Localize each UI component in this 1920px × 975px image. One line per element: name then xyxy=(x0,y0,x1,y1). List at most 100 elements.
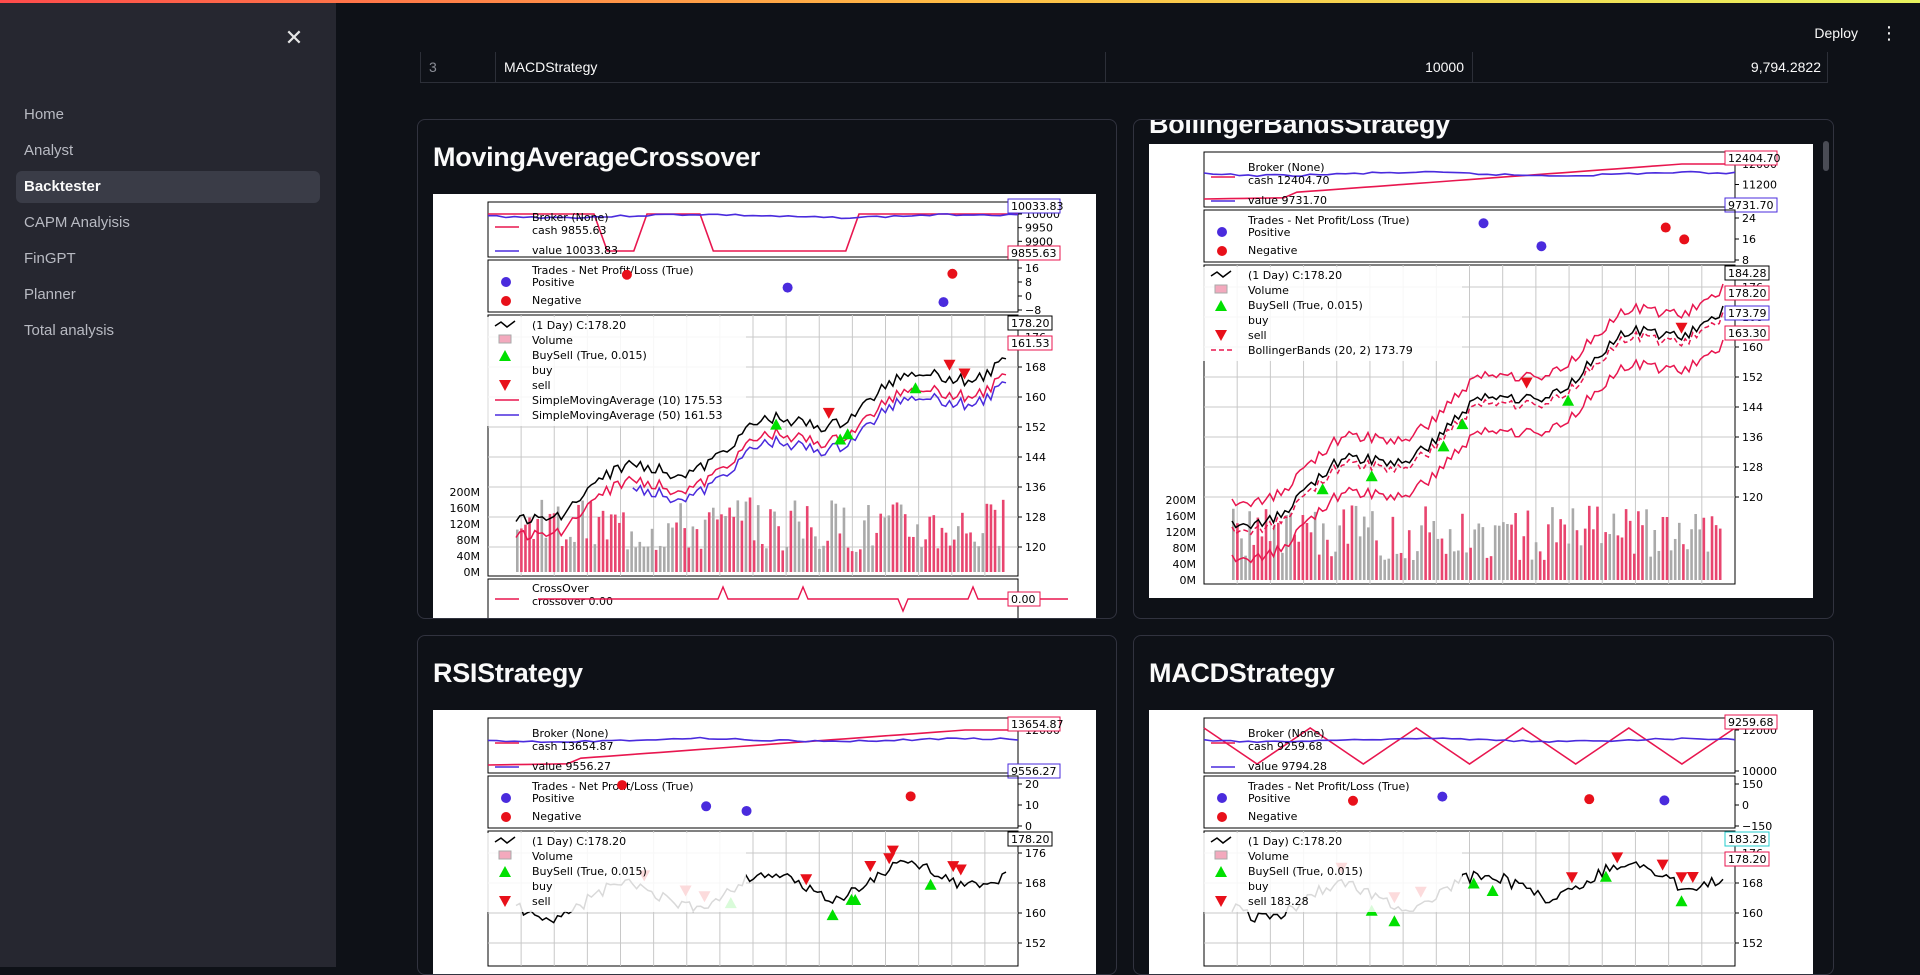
trade-marker xyxy=(701,801,712,812)
volume-bar xyxy=(1710,516,1714,580)
volume-bar xyxy=(1637,511,1640,580)
volume-bar xyxy=(1313,511,1317,580)
legend-entry-label: Volume xyxy=(1248,284,1289,297)
volume-tick-label: 120M xyxy=(450,518,481,531)
volume-bar xyxy=(944,532,948,572)
crossover-series-line xyxy=(538,585,1068,613)
volume-bar xyxy=(977,546,981,572)
sell-marker xyxy=(1565,872,1578,884)
volume-bar xyxy=(777,526,780,572)
close-sidebar-button[interactable]: ✕ xyxy=(282,26,306,50)
price-tick-label: 144 xyxy=(1025,451,1046,464)
volume-bar xyxy=(850,551,854,572)
trade-marker xyxy=(617,780,628,791)
kebab-menu-icon[interactable]: ⋮ xyxy=(1880,24,1898,42)
sidebar-item-fingpt[interactable]: FinGPT xyxy=(16,243,320,275)
volume-bar xyxy=(838,533,842,572)
value-tag-label: 9855.63 xyxy=(1011,247,1057,260)
volume-bar xyxy=(626,549,629,572)
sidebar-item-analyst[interactable]: Analyst xyxy=(16,135,320,167)
trade-marker xyxy=(938,297,949,308)
deploy-button[interactable]: Deploy xyxy=(1814,25,1858,41)
price-tag-label: 173.79 xyxy=(1728,307,1767,320)
backtest-chart: Broker (None)cash 13654.87 value 9556.27 1… xyxy=(433,710,1096,974)
volume-bar xyxy=(573,541,576,572)
volume-bar xyxy=(761,543,764,572)
volume-bar xyxy=(1416,551,1419,580)
price-tick-label: 152 xyxy=(1025,937,1046,950)
buy-marker xyxy=(1675,895,1688,907)
volume-bar xyxy=(1297,541,1301,580)
volume-bar xyxy=(1706,551,1710,580)
volume-bar xyxy=(801,538,805,572)
volume-bar xyxy=(699,548,703,572)
volume-bar xyxy=(818,548,821,572)
sidebar-item-backtester[interactable]: Backtester xyxy=(16,171,320,203)
volume-bar xyxy=(1612,513,1616,580)
volume-bar xyxy=(728,507,731,572)
volume-bar xyxy=(618,522,621,572)
volume-bar xyxy=(593,544,597,572)
trades-tick-label: 0 xyxy=(1025,820,1032,833)
volume-bar xyxy=(1702,517,1706,580)
volume-bar xyxy=(830,500,834,572)
legend-volume-swatch xyxy=(1214,284,1228,294)
volume-tick-label: 0M xyxy=(1180,574,1197,587)
legend-positive-marker xyxy=(501,793,511,803)
sell-marker xyxy=(1656,859,1669,871)
volume-bar xyxy=(1403,558,1407,580)
volume-bar xyxy=(1371,511,1374,580)
legend-entry-label: BuySell (True, 0.015) xyxy=(532,349,647,362)
volume-bar xyxy=(601,510,605,572)
volume-bar xyxy=(1432,521,1436,580)
trade-marker xyxy=(1348,795,1359,806)
volume-bar xyxy=(797,521,801,572)
volume-bar xyxy=(1514,513,1517,580)
volume-bar xyxy=(552,513,556,572)
volume-bar xyxy=(1579,545,1583,580)
volume-bar xyxy=(614,514,617,572)
legend-entry-label: sell xyxy=(532,379,551,392)
card-title: BollingerBandsStrategy xyxy=(1149,119,1450,139)
strategy-card: MACDStrategy Broker (None) cash 9259.68 va… xyxy=(1133,635,1834,975)
legend-entry-label: Volume xyxy=(532,850,573,863)
sidebar-item-planner[interactable]: Planner xyxy=(16,279,320,311)
volume-bar xyxy=(993,509,997,572)
volume-bar xyxy=(1436,538,1440,580)
volume-tick-label: 0M xyxy=(464,566,481,579)
legend-entry-label: BuySell (True, 0.015) xyxy=(1248,299,1363,312)
sell-marker xyxy=(1520,377,1533,389)
broker-value-label: value 9556.27 xyxy=(532,760,611,773)
volume-bar xyxy=(1677,522,1681,580)
sell-marker xyxy=(1611,852,1624,864)
volume-tick-label: 160M xyxy=(450,502,481,515)
strategy-card: BollingerBandsStrategy Broker (None) cash… xyxy=(1133,119,1834,619)
sidebar-nav: Home Analyst Backtester CAPM Analyisis F… xyxy=(16,99,320,351)
volume-bar xyxy=(1530,559,1534,580)
legend-entry-label: BollingerBands (20, 2) 173.79 xyxy=(1248,344,1413,357)
sidebar-item-home[interactable]: Home xyxy=(16,99,320,131)
volume-bar xyxy=(1277,522,1280,580)
volume-bar xyxy=(646,546,650,572)
volume-bar xyxy=(1575,530,1579,580)
volume-bar xyxy=(1452,551,1456,580)
sidebar-item-capm-analysis[interactable]: CAPM Analyisis xyxy=(16,207,320,239)
volume-bar xyxy=(1526,510,1530,580)
sell-marker xyxy=(1686,872,1699,883)
volume-bar xyxy=(789,510,793,572)
volume-bar xyxy=(1477,523,1481,580)
volume-bar xyxy=(1682,544,1685,580)
backtest-chart: Broker (None) cash 9259.68 value 9794.28 12… xyxy=(1149,710,1813,974)
volume-bar xyxy=(724,516,727,572)
volume-bar xyxy=(1305,522,1309,580)
volume-bar xyxy=(589,501,593,572)
volume-bar xyxy=(1690,529,1693,580)
volume-bar xyxy=(1481,527,1485,580)
price-tag-label: 178.20 xyxy=(1728,853,1767,866)
sidebar-item-total-analysis[interactable]: Total analysis xyxy=(16,315,320,347)
price-tag-label: 163.30 xyxy=(1728,327,1767,340)
volume-bar xyxy=(1547,524,1550,580)
sidebar: ✕ Home Analyst Backtester CAPM Analyisis… xyxy=(0,0,336,967)
volume-bar xyxy=(756,505,760,572)
volume-bar xyxy=(1322,523,1325,580)
